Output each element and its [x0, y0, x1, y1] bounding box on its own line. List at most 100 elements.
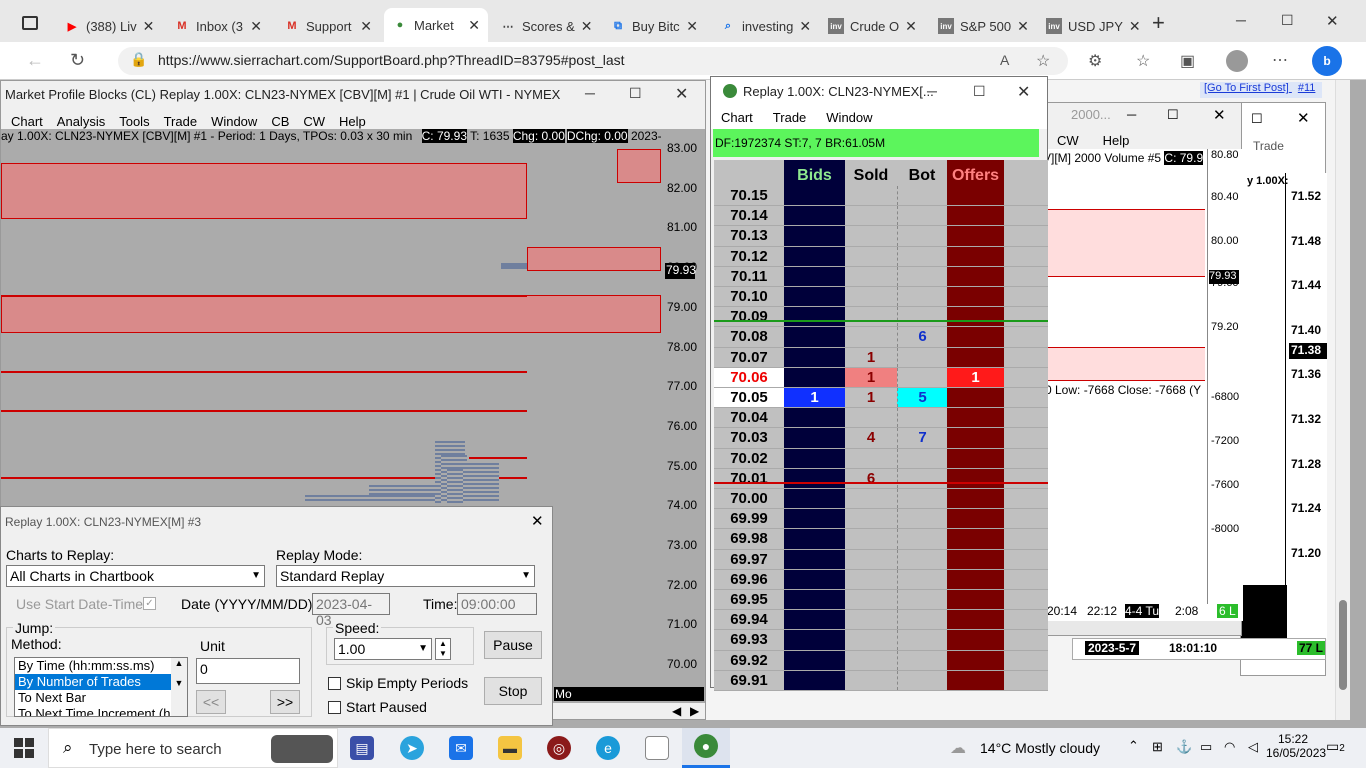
close-icon[interactable]: ✕ — [1213, 106, 1226, 124]
replay-mode-select[interactable]: Standard Replay ▼ — [276, 565, 535, 587]
bid-cell[interactable] — [784, 428, 845, 448]
tab-close-icon[interactable]: ✕ — [143, 18, 155, 35]
offer-cell[interactable] — [947, 307, 1004, 327]
read-aloud-icon[interactable]: A — [1000, 52, 1009, 68]
method-option[interactable]: By Time (hh:mm:ss.ms) — [15, 658, 171, 674]
dialog-close-icon[interactable]: ✕ — [531, 512, 544, 530]
offer-cell[interactable] — [947, 206, 1004, 226]
offer-cell[interactable] — [947, 468, 1004, 488]
far-chart-area[interactable]: y 1.00X: 71.52 71.48 71.44 71.40 71.36 71.32 7… — [1241, 173, 1327, 639]
offer-cell[interactable] — [947, 408, 1004, 428]
price-cell[interactable]: 69.95 — [714, 590, 784, 609]
charts-to-replay-select[interactable]: All Charts in Chartbook ▼ — [6, 565, 265, 587]
menu-window[interactable]: Window — [211, 114, 257, 129]
offer-cell[interactable] — [947, 670, 1004, 690]
page-scrollbar[interactable] — [1335, 80, 1350, 720]
bid-cell[interactable] — [784, 670, 845, 690]
price-cell[interactable]: 70.09 — [714, 307, 784, 326]
ladder-row[interactable]: 69.94 — [714, 610, 1048, 631]
price-cell[interactable]: 70.05 — [714, 388, 784, 408]
offer-cell[interactable] — [947, 569, 1004, 589]
post-number-link[interactable]: #11 — [1298, 82, 1316, 94]
chart-scrollbar[interactable]: ◀ ▶ — [554, 703, 704, 719]
tab-close-icon[interactable]: ✕ — [468, 17, 480, 34]
date-field[interactable]: 2023-04-03 — [312, 593, 390, 628]
price-cell[interactable]: 70.10 — [714, 287, 784, 306]
offer-cell[interactable] — [947, 428, 1004, 448]
close-icon[interactable]: ✕ — [1017, 82, 1030, 102]
tab-close-icon[interactable]: ✕ — [1017, 18, 1029, 35]
chevron-down-icon[interactable]: ▼ — [251, 570, 261, 581]
bid-cell[interactable] — [784, 367, 845, 387]
bid-cell[interactable] — [784, 186, 845, 206]
bid-cell[interactable] — [784, 489, 845, 509]
minimize-icon[interactable]: ─ — [1127, 107, 1136, 122]
wifi-icon[interactable]: ◠ — [1224, 739, 1235, 755]
method-option[interactable]: By Number of Trades — [15, 674, 171, 690]
price-cell[interactable]: 70.01 — [714, 469, 784, 488]
bid-cell[interactable] — [784, 650, 845, 670]
menu-trade[interactable]: Trade — [1253, 139, 1284, 153]
edge-icon[interactable]: e — [596, 736, 620, 760]
url-field[interactable]: 🔒 https://www.sierrachart.com/SupportBoa… — [118, 47, 1068, 75]
bid-cell[interactable] — [784, 206, 845, 226]
menu-trade[interactable]: Trade — [164, 114, 197, 129]
tab-close-icon[interactable]: ✕ — [250, 18, 262, 35]
profile-avatar[interactable] — [1226, 50, 1248, 72]
offer-cell[interactable] — [947, 226, 1004, 246]
bid-cell[interactable] — [784, 287, 845, 307]
tab-close-icon[interactable]: ✕ — [905, 18, 917, 35]
chevron-down-icon[interactable]: ▼ — [418, 643, 428, 654]
bid-cell[interactable] — [784, 529, 845, 549]
chevron-down-icon[interactable]: ▼ — [521, 570, 531, 581]
ladder-row[interactable]: 69.99 — [714, 509, 1048, 530]
method-list-scrollbar[interactable]: ▲ ▼ — [171, 658, 187, 716]
ladder-row[interactable]: 70.12 — [714, 246, 1048, 267]
start-paused-checkbox[interactable] — [328, 701, 341, 714]
next-jump-button[interactable]: >> — [270, 690, 300, 714]
bid-cell[interactable] — [784, 408, 845, 428]
lock-icon[interactable]: 🔒 — [130, 51, 147, 68]
method-option[interactable]: To Next Time Increment (h — [15, 706, 171, 716]
ladder-row[interactable]: 70.00 — [714, 489, 1048, 510]
new-tab-button[interactable]: + — [1152, 10, 1165, 36]
price-cell[interactable]: 70.15 — [714, 186, 784, 205]
offer-cell[interactable] — [947, 186, 1004, 206]
minimize-icon[interactable]: ─ — [585, 85, 595, 101]
file-explorer-icon[interactable]: ▬ — [498, 736, 522, 760]
price-cell[interactable]: 70.02 — [714, 449, 784, 468]
prev-jump-button[interactable]: << — [196, 690, 226, 714]
use-start-checkbox[interactable]: ✓ — [143, 597, 156, 610]
ladder-row[interactable]: 70.14 — [714, 206, 1048, 227]
ladder-row[interactable]: 70.01 6 — [714, 468, 1048, 489]
ladder-row[interactable]: 69.95 — [714, 590, 1048, 611]
ladder-row[interactable]: 69.93 — [714, 630, 1048, 651]
price-cell[interactable]: 70.08 — [714, 327, 784, 346]
price-cell[interactable]: 70.04 — [714, 408, 784, 427]
speed-spinner[interactable]: ▲ ▼ — [435, 638, 451, 660]
menu-tools[interactable]: Tools — [119, 114, 149, 129]
menu-cw[interactable]: CW — [1057, 133, 1079, 148]
offer-cell[interactable] — [947, 590, 1004, 610]
clock[interactable]: 15:22 16/05/2023 — [1266, 732, 1326, 760]
price-cell[interactable]: 70.12 — [714, 247, 784, 266]
menu-chart[interactable]: Chart — [11, 114, 43, 129]
price-cell[interactable]: 69.98 — [714, 529, 784, 548]
time-field[interactable]: 09:00:00 — [457, 593, 537, 615]
ladder-row[interactable]: 70.05 1 1 5 — [714, 388, 1048, 409]
bid-cell[interactable] — [784, 226, 845, 246]
price-cell[interactable]: 69.91 — [714, 671, 784, 690]
mail-icon[interactable]: ✉ — [449, 736, 473, 760]
scrollbar-thumb[interactable] — [1339, 600, 1347, 690]
tab-close-icon[interactable]: ✕ — [360, 18, 372, 35]
windows-start-icon[interactable] — [14, 738, 34, 758]
back-arrow-icon[interactable]: ← — [26, 50, 44, 71]
tab-actions-icon[interactable] — [22, 16, 38, 30]
offer-cell[interactable] — [947, 388, 1004, 408]
maximize-icon[interactable]: ☐ — [973, 83, 986, 100]
ladder-row[interactable]: 70.15 — [714, 186, 1048, 207]
menu-help[interactable]: Help — [339, 114, 366, 129]
offer-cell[interactable] — [947, 630, 1004, 650]
maximize-icon[interactable]: ☐ — [1251, 111, 1263, 127]
menu-chart[interactable]: Chart — [721, 110, 753, 125]
